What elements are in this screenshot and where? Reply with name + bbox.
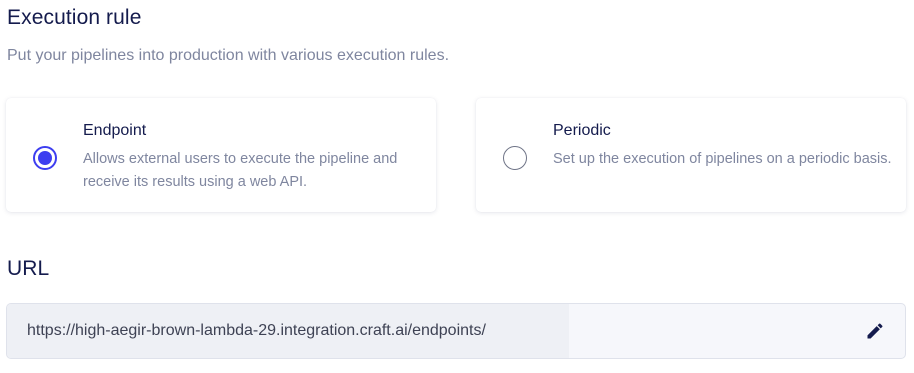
pencil-icon[interactable] [865,321,885,341]
endpoint-url-value[interactable]: https://high-aegir-brown-lambda-29.integ… [7,304,569,358]
execution-rule-title: Execution rule [7,6,142,29]
execution-option-periodic[interactable]: Periodic Set up the execution of pipelin… [476,98,906,212]
periodic-option-description: Set up the execution of pipelines on a p… [553,151,892,167]
endpoint-option-description: Allows external users to execute the pip… [83,151,398,190]
endpoint-option-label: Endpoint [83,122,147,139]
radio-selected-dot [38,151,52,165]
endpoint-url-field[interactable]: https://high-aegir-brown-lambda-29.integ… [6,303,906,359]
url-title: URL [7,257,50,280]
endpoint-radio-button[interactable] [33,146,57,170]
execution-rule-subtitle: Put your pipelines into production with … [7,47,450,64]
execution-option-endpoint[interactable]: Endpoint Allows external users to execut… [6,98,436,212]
periodic-radio-button[interactable] [503,146,527,170]
execution-settings-page: Execution rule Put your pipelines into p… [0,0,914,373]
periodic-option-label: Periodic [553,122,611,139]
